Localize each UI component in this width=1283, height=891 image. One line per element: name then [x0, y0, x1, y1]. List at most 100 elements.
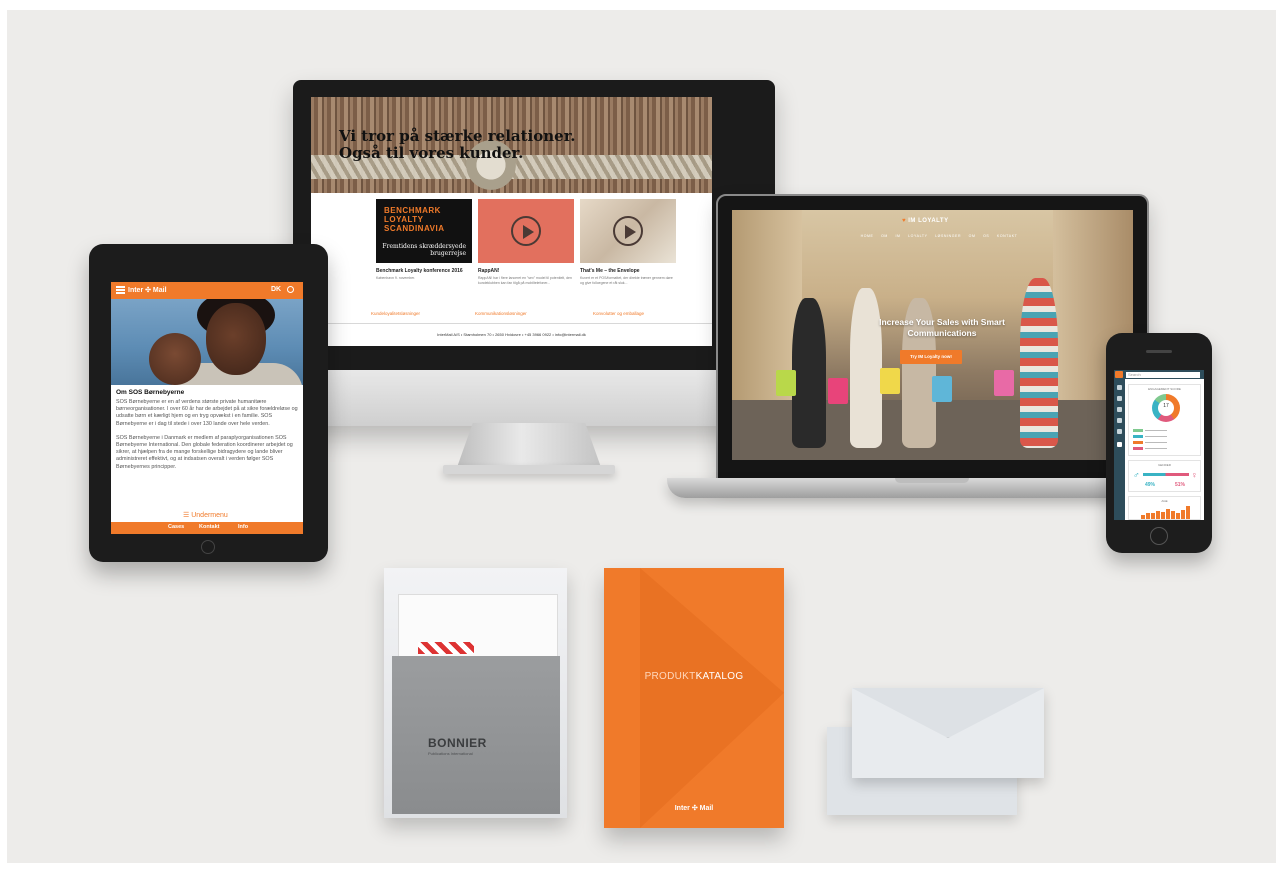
top-navigation[interactable]: HOME OM IM LOYALTY LØSNINGER OM OS KONTA… — [844, 234, 1034, 238]
app-logo-icon[interactable] — [1115, 371, 1123, 378]
link-kundeloyalitet[interactable]: Kundeloyalitetsløsninger — [371, 311, 420, 316]
age-bar — [1176, 513, 1180, 519]
age-bar — [1156, 511, 1160, 519]
age-bar — [1181, 510, 1185, 519]
photo-woman — [206, 303, 266, 375]
legend-row — [1133, 447, 1199, 450]
card-title: That's Me – the Envelope — [580, 268, 640, 274]
link-konvolutter[interactable]: Konvolutter og emballage — [593, 311, 644, 316]
imac-chin — [293, 370, 775, 426]
imac-foot — [443, 465, 615, 474]
bag-pocket: BONNIER Publications International — [392, 656, 560, 814]
brand-logo[interactable]: Inter ✣ Mail — [128, 286, 167, 294]
footer-link-kontakt[interactable]: Kontakt — [199, 524, 219, 530]
home-button-icon — [1150, 527, 1168, 545]
link-kommunikation[interactable]: Kommunikationsløsninger — [475, 311, 527, 316]
shopping-bag — [880, 368, 900, 394]
card-text: RappAN! har i flere lanceret en "sex" mo… — [478, 276, 572, 285]
hero-title: Vi tror på stærke relationer. Også til v… — [339, 127, 576, 162]
female-percentage: 51% — [1175, 482, 1186, 488]
card-title: RappAN! — [478, 268, 500, 274]
age-bar — [1161, 512, 1165, 519]
speaker-grille — [1146, 350, 1172, 353]
panel-title: GENDER — [1158, 463, 1171, 467]
tablet-screen: Inter ✣ Mail DK Om SOS Børnebyerne SOS B… — [111, 282, 303, 534]
bonnier-logo: BONNIER — [428, 736, 487, 750]
users-icon[interactable] — [1117, 396, 1122, 401]
page-title: Om SOS Børnebyerne — [116, 389, 185, 396]
filter-icon[interactable] — [1117, 418, 1122, 423]
laptop-mockup: IM LOYALTY HOME OM IM LOYALTY LØSNINGER … — [716, 194, 1149, 480]
engagement-score-value: 17 — [1163, 403, 1169, 409]
photo-child — [149, 333, 201, 385]
shopper-figure — [850, 288, 882, 448]
envelope-card-image — [580, 199, 676, 263]
catalog-title-b: KATALOG — [695, 671, 744, 682]
shopper-figure — [792, 298, 826, 448]
news-card-envelope[interactable]: That's Me – the Envelope Kuvert er et PO… — [580, 199, 676, 285]
bonnier-tagline: Publications International — [428, 751, 473, 756]
profile-icon[interactable] — [1117, 442, 1122, 447]
news-cards: BENCHMARK LOYALTY SCANDINAVIA Fremtidens… — [376, 199, 676, 289]
legend-row — [1133, 429, 1199, 432]
laptop-screen: IM LOYALTY HOME OM IM LOYALTY LØSNINGER … — [732, 210, 1133, 460]
more-icon[interactable] — [1117, 429, 1122, 434]
search-input[interactable]: Search — [1126, 371, 1200, 378]
card-title: Benchmark Loyalty konference 2016 — [376, 268, 463, 274]
tablet-mockup: Inter ✣ Mail DK Om SOS Børnebyerne SOS B… — [89, 244, 328, 562]
paragraph-2: SOS Børnebyerne i Danmark er medlem af p… — [116, 434, 293, 470]
shopping-bag — [776, 370, 796, 396]
imac-screen: Vi tror på stærke relationer. Også til v… — [311, 97, 712, 346]
male-icon: ♂ — [1133, 470, 1140, 480]
tablet-footer-nav: Cases Kontakt Info — [111, 522, 303, 534]
age-panel: AGE — [1128, 496, 1201, 520]
bag-red-stripe — [418, 642, 474, 654]
shopping-bag — [932, 376, 952, 402]
legend-row — [1133, 435, 1199, 438]
phone-screen: Search ENGAGEMENT SCORE 17 GENDER ♂ ♀ 49… — [1114, 370, 1204, 520]
card-text: København 9. november. — [376, 276, 416, 280]
age-bar — [1186, 506, 1190, 519]
language-switch[interactable]: DK — [271, 286, 281, 293]
news-card-rappan[interactable]: RappAN! RappAN! har i flere lanceret en … — [478, 199, 574, 285]
rappan-card-image — [478, 199, 574, 263]
catalog-arrow-shape — [640, 568, 784, 828]
search-icon[interactable] — [287, 286, 294, 293]
play-icon[interactable] — [511, 216, 541, 246]
age-bar — [1146, 513, 1150, 519]
megaphone-icon[interactable] — [1117, 407, 1122, 412]
engagement-score-panel: ENGAGEMENT SCORE 17 — [1128, 384, 1201, 456]
imac-mockup: Vi tror på stærke relationer. Også til v… — [293, 80, 775, 426]
news-card-benchmark[interactable]: BENCHMARK LOYALTY SCANDINAVIA Fremtidens… — [376, 199, 472, 281]
age-bar — [1171, 511, 1175, 519]
undermenu-button[interactable]: Undermenu — [183, 511, 228, 519]
play-icon[interactable] — [613, 216, 643, 246]
panel-title: ENGAGEMENT SCORE — [1148, 387, 1181, 391]
envelope-front — [852, 688, 1044, 778]
product-catalog: PRODUKTKATALOG Inter ✣ Mail — [604, 568, 784, 828]
footer-link-info[interactable]: Info — [238, 524, 248, 530]
tablet-header: Inter ✣ Mail DK — [111, 282, 303, 299]
male-percentage: 49% — [1145, 482, 1156, 488]
menu-icon[interactable] — [116, 286, 125, 294]
page-body: SOS Børnebyerne er en af verdens største… — [116, 399, 299, 471]
shopping-bag — [828, 378, 848, 404]
legend-row — [1133, 441, 1199, 444]
benchmark-badge: BENCHMARK LOYALTY SCANDINAVIA — [384, 206, 445, 233]
home-button-icon — [201, 540, 215, 554]
female-icon: ♀ — [1191, 470, 1198, 480]
im-loyalty-logo[interactable]: IM LOYALTY — [902, 218, 949, 224]
envelope-flap — [852, 688, 1044, 738]
site-footer: InterMail A/S • Stamholmen 70 • 2650 Hvi… — [311, 323, 712, 346]
paragraph-1: SOS Børnebyerne er en af verdens største… — [116, 399, 298, 427]
try-now-button[interactable]: Try IM Loyalty now! — [900, 350, 962, 364]
footer-link-cases[interactable]: Cases — [168, 524, 184, 530]
age-bar — [1141, 515, 1145, 519]
benchmark-card-image: BENCHMARK LOYALTY SCANDINAVIA Fremtidens… — [376, 199, 472, 263]
mailing-bag: BONNIER Publications International — [384, 568, 567, 818]
dashboard-icon[interactable] — [1117, 385, 1122, 390]
age-bar — [1166, 509, 1170, 519]
dashboard-topbar: Search — [1114, 370, 1204, 379]
benchmark-subtitle: Fremtidens skræddersyede brugerrejse — [382, 243, 466, 257]
gender-panel: GENDER ♂ ♀ 49% 51% — [1128, 460, 1201, 492]
